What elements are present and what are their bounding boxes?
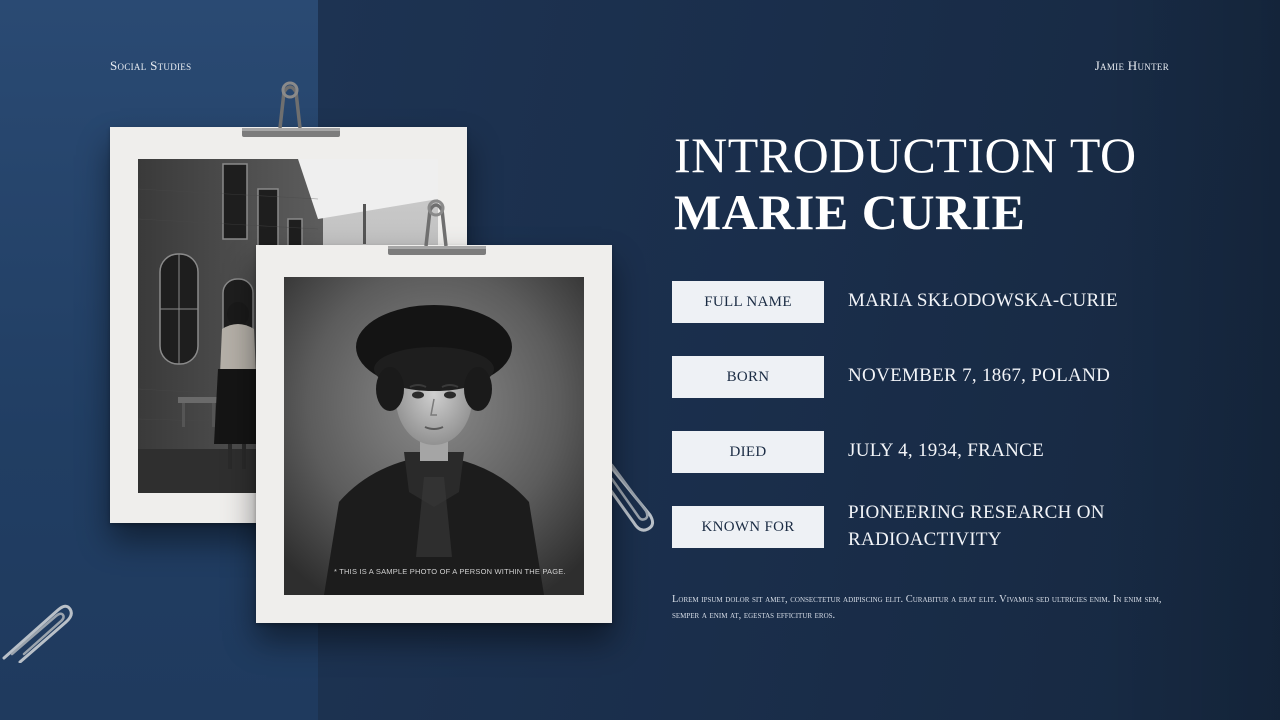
title-line-1: INTRODUCTION TO	[674, 127, 1137, 183]
died-label: DIED	[672, 431, 824, 473]
full-name-label: FULL NAME	[672, 281, 824, 323]
binder-clip-icon	[242, 81, 340, 137]
born-value: NOVEMBER 7, 1867, POLAND	[848, 365, 1111, 386]
photo-caption: * THIS IS A SAMPLE PHOTO OF A PERSON WIT…	[334, 567, 566, 576]
portrait-photo: * THIS IS A SAMPLE PHOTO OF A PERSON WIT…	[284, 277, 584, 595]
author-label: Jamie Hunter	[1094, 58, 1169, 73]
born-label: BORN	[672, 356, 824, 398]
binder-clip-icon	[388, 199, 486, 255]
died-value: JULY 4, 1934, FRANCE	[848, 440, 1045, 461]
full-name-value: MARIA SKŁODOWSKA-CURIE	[848, 290, 1118, 311]
title-line-2: MARIE CURIE	[674, 184, 1026, 240]
subject-label: Social Studies	[110, 58, 192, 73]
known-for-label: KNOWN FOR	[672, 506, 824, 548]
photo-frame-portrait: * THIS IS A SAMPLE PHOTO OF A PERSON WIT…	[256, 245, 612, 623]
body-paragraph: Lorem ipsum dolor sit amet, consectetur …	[672, 594, 1162, 621]
paperclip-icon	[2, 604, 73, 663]
known-for-value: PIONEERING RESEARCH ON RADIOACTIVITY	[848, 502, 1105, 550]
